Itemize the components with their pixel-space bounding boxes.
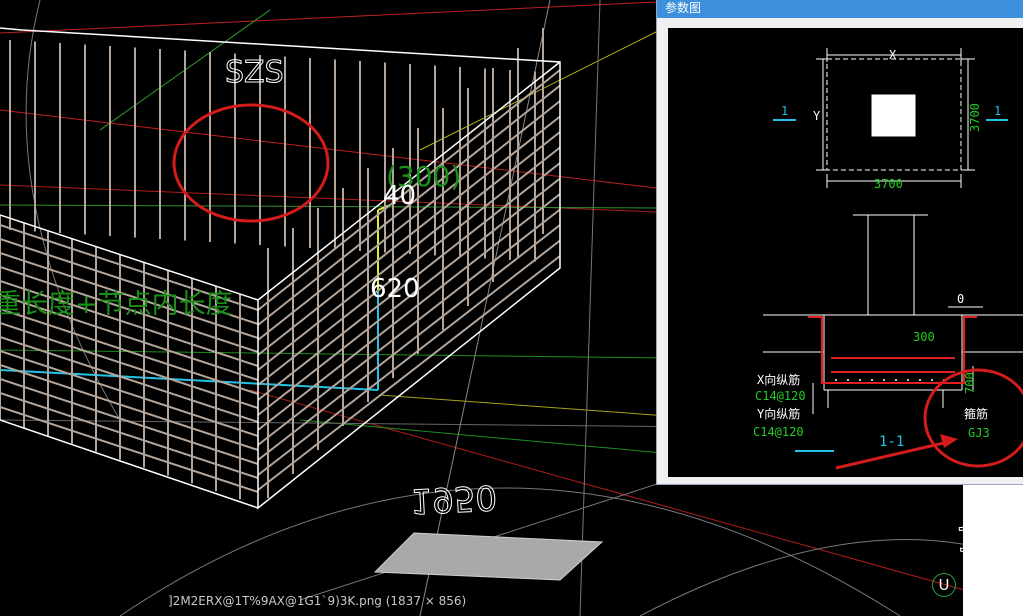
dim-side-label: 620 (370, 274, 420, 304)
rebar-cage (0, 28, 561, 500)
stirrup-spec: GJ3 (968, 426, 990, 440)
red-annotation-circle (172, 103, 330, 223)
param-window-titlebar[interactable]: 参数图 (657, 0, 1023, 18)
rebar-dots (835, 379, 945, 381)
y-bar-spec: C14@120 (753, 425, 804, 439)
length-caption: 重长度+节点内长度 (0, 289, 233, 320)
plan-width-dim: 3700 (874, 177, 903, 191)
stirrup-label: 箍筋 (964, 407, 989, 421)
x-bar-spec: C14@120 (755, 389, 806, 403)
section-mark-left: 1 (781, 104, 789, 118)
x-bar-label: X向纵筋 (757, 373, 801, 387)
ucs-badge[interactable]: U (932, 573, 956, 597)
section-view (763, 214, 1023, 414)
section-depth-dim: 300 (913, 330, 935, 344)
column-square (871, 94, 916, 137)
section-top-dim: 0 (957, 292, 965, 306)
plan-y-label: Y (813, 109, 821, 123)
background-panel (963, 485, 1023, 616)
plan-x-label: X (889, 48, 897, 62)
status-filename: ]2M2ERX@1T%9AX@1G1`9)3K.png (1837 × 856) (168, 594, 467, 608)
param-diagram-window[interactable]: 参数图 X Y 3700 3700 1 1 0 300 700 X向纵筋 C14… (656, 0, 1023, 485)
dim-top-label: 40 (383, 181, 417, 211)
param-diagram-canvas: X Y 3700 3700 1 1 0 300 700 X向纵筋 C14@120… (668, 28, 1023, 477)
dim-bottom-left: 1950 (410, 476, 499, 520)
plan-height-dim: 3700 (968, 103, 982, 132)
section-height-dim: 700 (963, 372, 977, 394)
rotated-label-top: SZS (225, 55, 284, 90)
y-bar-label: Y向纵筋 (757, 407, 801, 421)
section-mark-right: 1 (994, 104, 1002, 118)
section-title: 1-1 (879, 434, 905, 450)
param-window-title: 参数图 (665, 1, 702, 15)
base-plate (373, 532, 604, 581)
section-rebar (808, 316, 977, 384)
